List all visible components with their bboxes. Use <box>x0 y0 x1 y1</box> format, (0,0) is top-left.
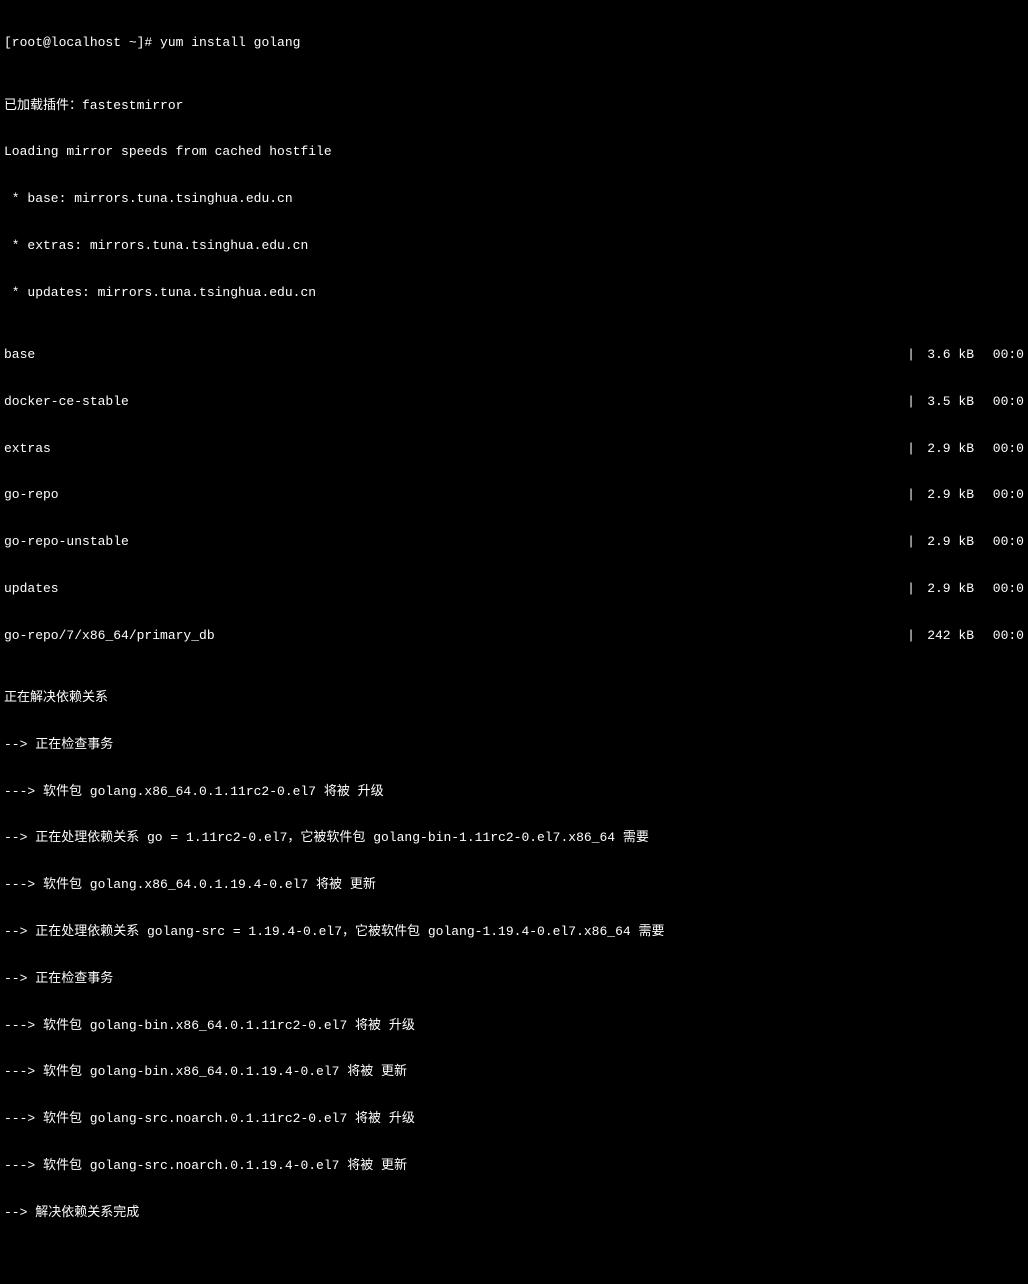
repo-row: go-repo-unstable | 2.9 kB 00:0 <box>4 534 1024 550</box>
output-line: * base: mirrors.tuna.tsinghua.edu.cn <box>4 191 1024 207</box>
repo-name: base <box>4 347 904 363</box>
output-line: ---> 软件包 golang-src.noarch.0.1.19.4-0.el… <box>4 1158 1024 1174</box>
repo-time: 00:0 <box>974 394 1024 410</box>
repo-size: 3.5 kB <box>918 394 974 410</box>
separator: | <box>904 628 918 644</box>
repo-name: go-repo/7/x86_64/primary_db <box>4 628 904 644</box>
repo-name: docker-ce-stable <box>4 394 904 410</box>
repo-row: extras | 2.9 kB 00:0 <box>4 441 1024 457</box>
output-line <box>4 1252 1024 1267</box>
output-line: --> 正在处理依赖关系 go = 1.11rc2-0.el7，它被软件包 go… <box>4 830 1024 846</box>
separator: | <box>904 534 918 550</box>
output-line: --> 正在检查事务 <box>4 737 1024 753</box>
repo-name: go-repo-unstable <box>4 534 904 550</box>
repo-time: 00:0 <box>974 441 1024 457</box>
repo-size: 2.9 kB <box>918 581 974 597</box>
output-line: 已加载插件：fastestmirror <box>4 98 1024 114</box>
repo-row: updates | 2.9 kB 00:0 <box>4 581 1024 597</box>
repo-size: 242 kB <box>918 628 974 644</box>
output-line: * extras: mirrors.tuna.tsinghua.edu.cn <box>4 238 1024 254</box>
output-line: 正在解决依赖关系 <box>4 690 1024 706</box>
output-line: --> 解决依赖关系完成 <box>4 1205 1024 1221</box>
separator: | <box>904 394 918 410</box>
output-line: * updates: mirrors.tuna.tsinghua.edu.cn <box>4 285 1024 301</box>
repo-row: go-repo/7/x86_64/primary_db | 242 kB 00:… <box>4 628 1024 644</box>
output-line: --> 正在处理依赖关系 golang-src = 1.19.4-0.el7，它… <box>4 924 1024 940</box>
repo-name: extras <box>4 441 904 457</box>
separator: | <box>904 581 918 597</box>
command-prompt: [root@localhost ~]# yum install golang <box>4 35 1024 51</box>
repo-row: base | 3.6 kB 00:0 <box>4 347 1024 363</box>
repo-size: 2.9 kB <box>918 487 974 503</box>
repo-size: 2.9 kB <box>918 441 974 457</box>
repo-row: go-repo | 2.9 kB 00:0 <box>4 487 1024 503</box>
output-line: ---> 软件包 golang.x86_64.0.1.19.4-0.el7 将被… <box>4 877 1024 893</box>
repo-time: 00:0 <box>974 347 1024 363</box>
output-line: --> 正在检查事务 <box>4 971 1024 987</box>
repo-size: 2.9 kB <box>918 534 974 550</box>
repo-time: 00:0 <box>974 628 1024 644</box>
repo-time: 00:0 <box>974 581 1024 597</box>
output-line: ---> 软件包 golang-src.noarch.0.1.11rc2-0.e… <box>4 1111 1024 1127</box>
repo-name: go-repo <box>4 487 904 503</box>
repo-name: updates <box>4 581 904 597</box>
repo-time: 00:0 <box>974 487 1024 503</box>
separator: | <box>904 347 918 363</box>
separator: | <box>904 487 918 503</box>
terminal[interactable]: [root@localhost ~]# yum install golang 已… <box>4 4 1024 1284</box>
repo-size: 3.6 kB <box>918 347 974 363</box>
repo-time: 00:0 <box>974 534 1024 550</box>
output-line: ---> 软件包 golang-bin.x86_64.0.1.11rc2-0.e… <box>4 1018 1024 1034</box>
separator: | <box>904 441 918 457</box>
repo-row: docker-ce-stable | 3.5 kB 00:0 <box>4 394 1024 410</box>
output-line: Loading mirror speeds from cached hostfi… <box>4 144 1024 160</box>
output-line: ---> 软件包 golang.x86_64.0.1.11rc2-0.el7 将… <box>4 784 1024 800</box>
output-line: ---> 软件包 golang-bin.x86_64.0.1.19.4-0.el… <box>4 1064 1024 1080</box>
